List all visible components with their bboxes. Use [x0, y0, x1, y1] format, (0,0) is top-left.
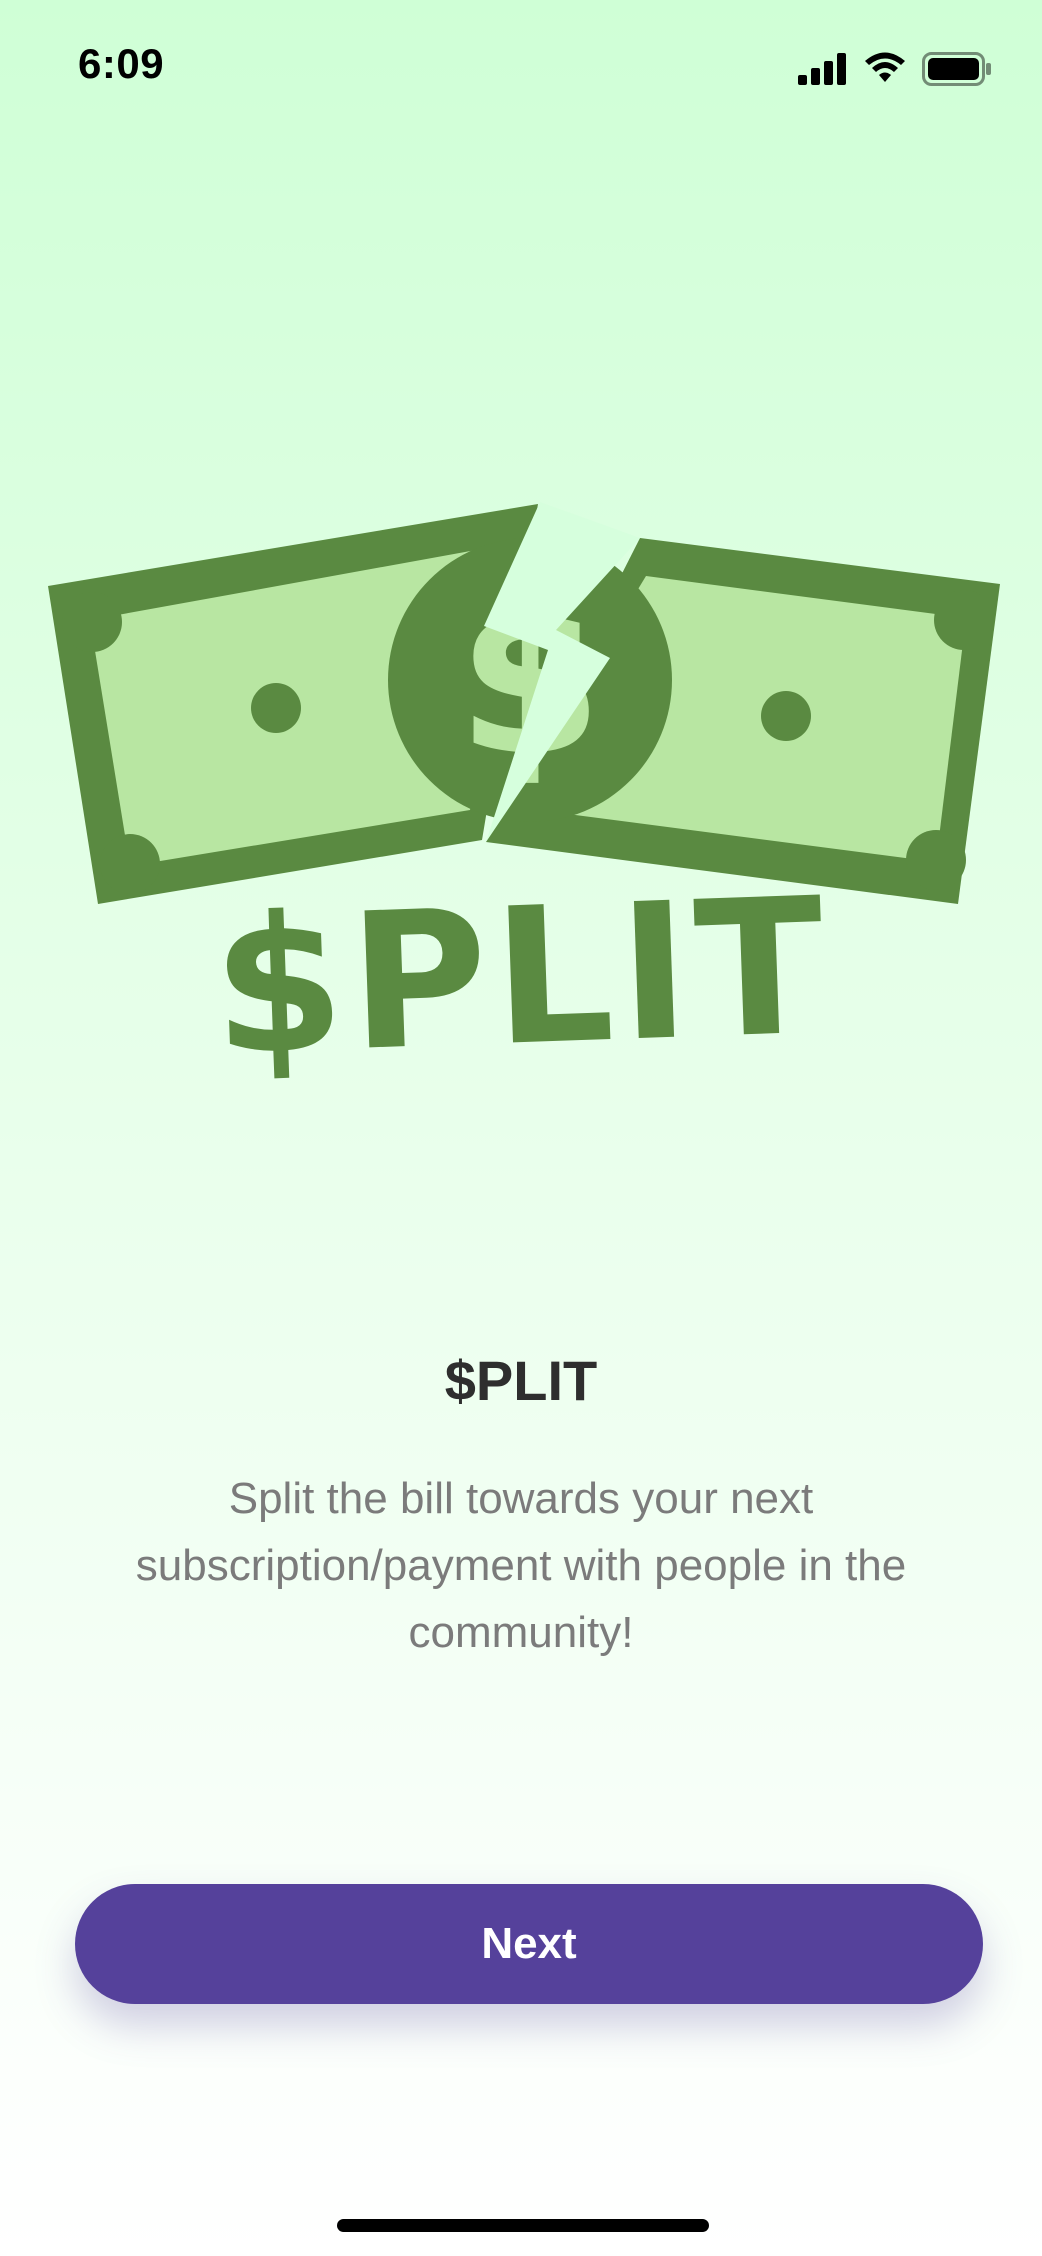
logo-wordmark: $PLIT: [209, 857, 833, 1097]
page-description: Split the bill towards your next subscri…: [135, 1474, 907, 1657]
status-icons: [798, 52, 992, 86]
home-indicator[interactable]: [337, 2219, 709, 2232]
split-logo: $ $PLIT: [0, 480, 1042, 1120]
status-time: 6:09: [78, 40, 165, 87]
broken-dollar-bill-logo: $ $PLIT: [48, 502, 1000, 1098]
battery-icon: [922, 52, 991, 86]
page-title: $PLIT: [444, 1349, 598, 1412]
cellular-signal-icon: [798, 53, 846, 85]
status-bar: 6:09: [0, 0, 1042, 130]
next-button[interactable]: Next: [75, 1884, 983, 2004]
wifi-icon: [865, 52, 905, 82]
